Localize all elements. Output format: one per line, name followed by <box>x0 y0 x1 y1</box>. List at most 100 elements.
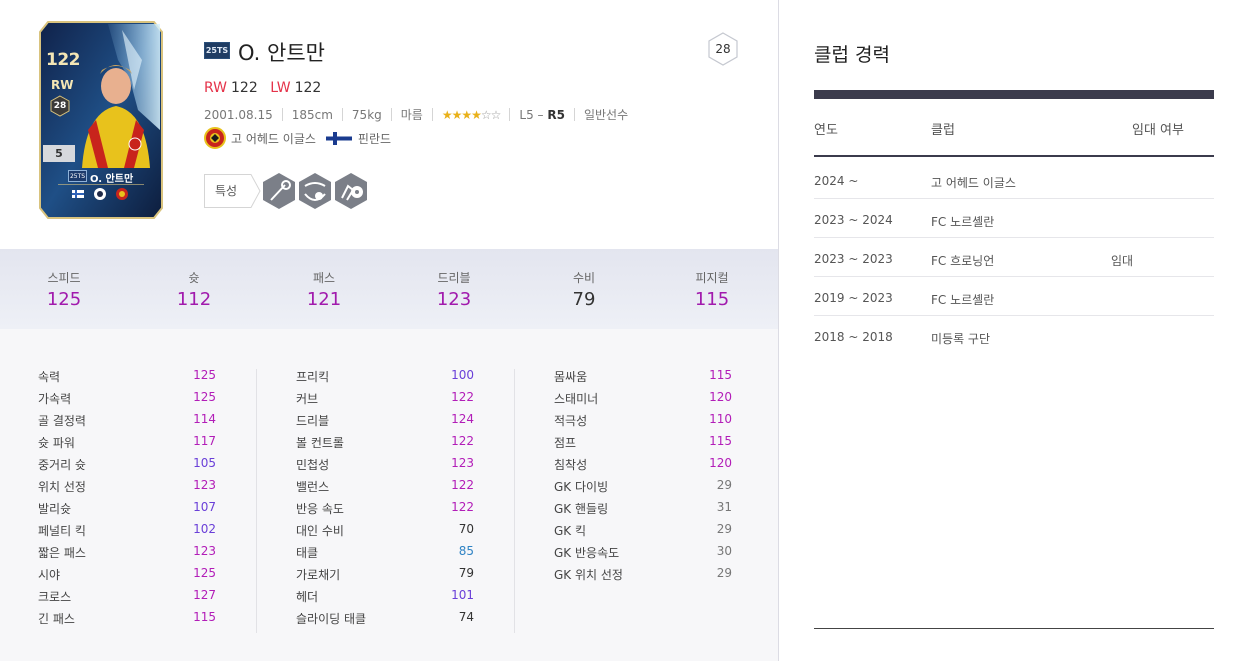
summary-label: 수비 <box>572 271 596 285</box>
stat-value: 79 <box>458 566 474 580</box>
summary-value: 115 <box>694 289 730 310</box>
stat-value: 125 <box>193 368 216 382</box>
stat-label: 속력 <box>38 370 61 384</box>
card-ovr: 122 <box>46 50 81 70</box>
career-table-header: 연도 클럽 임대 여부 <box>814 99 1214 157</box>
separator <box>573 108 575 121</box>
career-club: 미등록 구단 <box>931 332 991 346</box>
stat-value: 29 <box>716 566 732 580</box>
separator <box>431 108 433 121</box>
stat-label: 적극성 <box>554 414 588 428</box>
season-badge: 25TS <box>204 42 230 59</box>
traits-label: 특성 <box>204 174 248 208</box>
pay-badge: 28 <box>706 32 740 66</box>
stat-value: 125 <box>193 390 216 404</box>
stat-label: 밸런스 <box>296 480 330 494</box>
stat-value: 100 <box>451 368 474 382</box>
stat-label: 커브 <box>296 392 319 406</box>
stat-label: 대인 수비 <box>296 524 344 538</box>
player-card[interactable]: 122 RW 28 5 25TS O. 안트만 <box>38 20 164 220</box>
stat-row: 볼 컨트롤 122 <box>296 431 474 453</box>
card-player-name: O. 안트만 <box>90 174 134 185</box>
stat-label: 중거리 슛 <box>38 458 86 472</box>
stat-label: 페널티 킥 <box>38 524 86 538</box>
stat-label: 골 결정력 <box>38 414 86 428</box>
long-shot-trait-icon[interactable] <box>261 172 297 210</box>
stat-label: 몸싸움 <box>554 370 588 384</box>
club-logo-icon <box>204 127 226 149</box>
stat-row: 시야 125 <box>38 563 216 585</box>
position-value: 122 <box>231 80 258 96</box>
stat-label: GK 다이빙 <box>554 480 609 494</box>
star-empty-icon: ☆☆ <box>480 108 501 122</box>
header-club: 클럽 <box>931 123 955 138</box>
card-position: RW <box>51 78 74 92</box>
career-year: 2023 ~ 2023 <box>814 252 893 266</box>
stat-label: 가로채기 <box>296 568 341 582</box>
skill-stars: ★★★★☆☆ <box>442 108 502 122</box>
column-divider <box>514 369 515 633</box>
card-season-badge: 25TS <box>68 170 87 182</box>
stat-label: 태클 <box>296 546 319 560</box>
stat-row: 가속력 125 <box>38 387 216 409</box>
stat-value: 110 <box>709 412 732 426</box>
stat-row: 중거리 슛 105 <box>38 453 216 475</box>
stat-row: 태클 85 <box>296 541 474 563</box>
stat-value: 125 <box>193 566 216 580</box>
stat-row: 점프 115 <box>554 431 732 453</box>
career-club: FC 흐로닝언 <box>931 254 995 268</box>
summary-label: 드리블 <box>437 271 471 285</box>
stat-row: 커브 122 <box>296 387 474 409</box>
stat-label: 반응 속도 <box>296 502 344 516</box>
stat-value: 124 <box>451 412 474 426</box>
career-club: FC 노르셸란 <box>931 293 995 307</box>
stat-row: GK 반응속도 30 <box>554 541 732 563</box>
stat-row: 크로스 127 <box>38 585 216 607</box>
stat-label: 침착성 <box>554 458 588 472</box>
nation-name: 핀란드 <box>357 131 392 146</box>
stat-row: 몸싸움 115 <box>554 365 732 387</box>
career-row: 2019 ~ 2023 FC 노르셸란 <box>814 277 1214 316</box>
stat-value: 29 <box>716 478 732 492</box>
column-divider <box>256 369 257 633</box>
stat-row: 긴 패스 115 <box>38 607 216 629</box>
card-level: 28 <box>53 101 67 111</box>
player-type: 일반선수 <box>583 108 629 122</box>
career-club: 고 어헤드 이글스 <box>931 176 1016 190</box>
stat-label: 위치 선정 <box>38 480 86 494</box>
summary-value: 121 <box>306 289 342 310</box>
player-attributes-line: 2001.08.15 185cm 75kg 마름 ★★★★☆☆ L5 – R5 일반선수 <box>204 106 628 123</box>
stat-value: 30 <box>716 544 732 558</box>
stat-row: 발리슛 107 <box>38 497 216 519</box>
stat-label: 볼 컨트롤 <box>296 436 344 450</box>
weight: 75kg <box>351 108 382 122</box>
stat-row: 속력 125 <box>38 365 216 387</box>
stat-value: 120 <box>709 390 732 404</box>
separator <box>341 108 343 121</box>
stat-row: 드리블 124 <box>296 409 474 431</box>
stat-value: 74 <box>458 610 474 624</box>
stat-row: 위치 선정 123 <box>38 475 216 497</box>
stat-label: 시야 <box>38 568 61 582</box>
stat-row: 스태미너 120 <box>554 387 732 409</box>
table-bottom-line <box>814 628 1214 629</box>
summary-value: 112 <box>176 289 212 310</box>
stat-value: 29 <box>716 522 732 536</box>
weak-foot-left: L5 – <box>519 108 548 122</box>
stat-value: 114 <box>193 412 216 426</box>
dribble-trait-icon[interactable] <box>333 172 369 210</box>
stat-value: 101 <box>451 588 474 602</box>
stat-summary-band: 스피드 125 슛 112 패스 121 드리블 123 수비 79 피지컬 1… <box>0 249 778 329</box>
stat-label: 크로스 <box>38 590 72 604</box>
stat-value: 31 <box>716 500 732 514</box>
career-loan: 임대 <box>1111 254 1134 268</box>
height: 185cm <box>291 108 333 122</box>
stat-row: 프리킥 100 <box>296 365 474 387</box>
stat-label: 헤더 <box>296 590 319 604</box>
header-loan: 임대 여부 <box>1132 123 1184 138</box>
stat-row: 침착성 120 <box>554 453 732 475</box>
stat-label: 민첩성 <box>296 458 330 472</box>
stat-value: 123 <box>193 544 216 558</box>
stat-row: GK 킥 29 <box>554 519 732 541</box>
curl-trait-icon[interactable] <box>297 172 333 210</box>
